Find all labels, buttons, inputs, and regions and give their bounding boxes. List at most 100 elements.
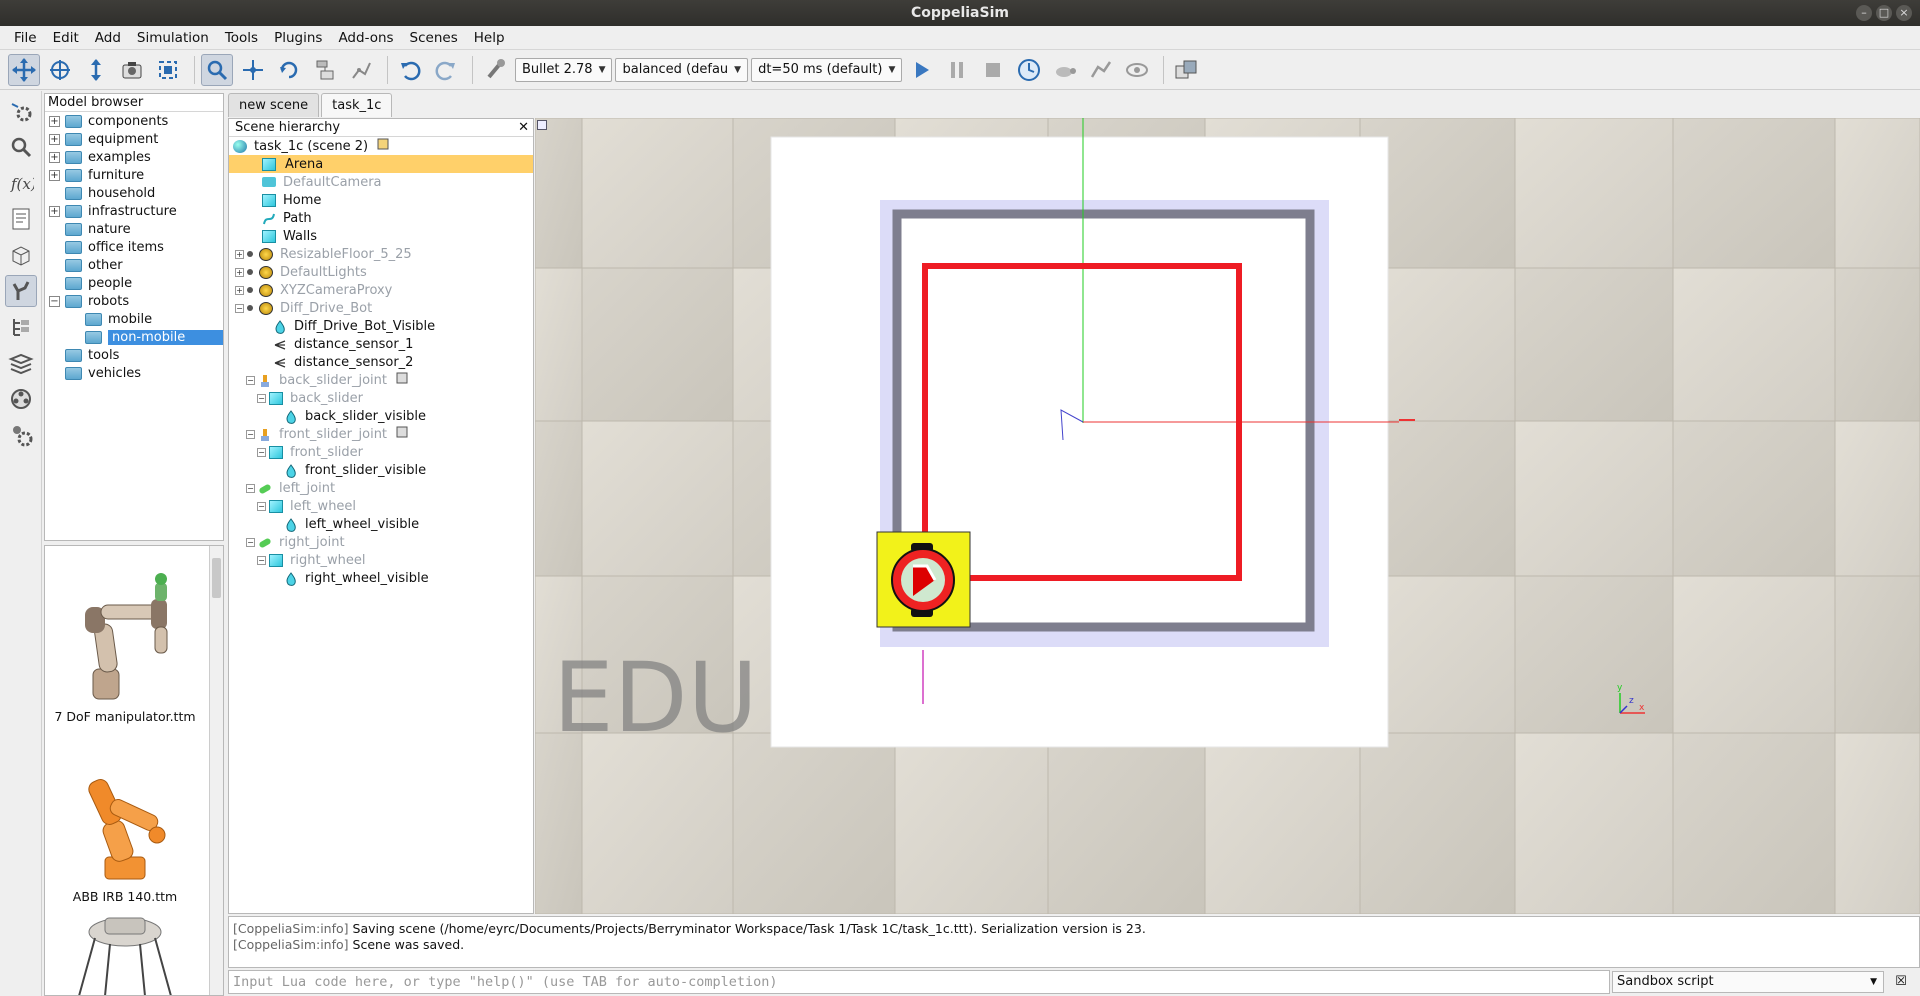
model-folder[interactable]: + examples: [45, 148, 223, 166]
slow-down-icon[interactable]: [1049, 54, 1081, 86]
model-folder[interactable]: vehicles: [45, 364, 223, 382]
video-recorder-icon[interactable]: [5, 383, 37, 415]
menu-file[interactable]: File: [6, 26, 45, 50]
hierarchy-item[interactable]: − Diff_Drive_Bot: [229, 299, 533, 317]
expand-icon[interactable]: +: [49, 169, 60, 181]
speed-up-icon[interactable]: [1085, 54, 1117, 86]
model-browser-toggle-icon[interactable]: [5, 275, 37, 307]
camera-rotate-icon[interactable]: [44, 54, 76, 86]
hierarchy-item[interactable]: + ResizableFloor_5_25: [229, 245, 533, 263]
model-folder[interactable]: + infrastructure: [45, 202, 223, 220]
model-folder[interactable]: − robots: [45, 292, 223, 310]
redo-icon[interactable]: [430, 54, 462, 86]
model-folder[interactable]: household: [45, 184, 223, 202]
expand-icon[interactable]: +: [49, 151, 60, 163]
layers-icon[interactable]: [5, 347, 37, 379]
expand-icon[interactable]: +: [49, 115, 60, 127]
collapse-icon[interactable]: −: [246, 483, 255, 493]
object-shift-icon[interactable]: [237, 54, 269, 86]
hierarchy-item[interactable]: − back_slider_joint: [229, 371, 533, 389]
script-type-select[interactable]: Sandbox script ▼: [1612, 971, 1884, 993]
expand-icon[interactable]: +: [49, 205, 60, 217]
scene-manage-icon[interactable]: [1170, 54, 1202, 86]
thumbnail-7dof-manipulator[interactable]: 7 DoF manipulator.ttm: [45, 548, 205, 728]
shape-edit-icon[interactable]: [5, 239, 37, 271]
hierarchy-item[interactable]: front_slider_visible: [229, 461, 533, 479]
scene-viewport[interactable]: EDU y x z: [535, 118, 1920, 914]
hierarchy-item[interactable]: DefaultCamera: [229, 173, 533, 191]
fit-to-view-icon[interactable]: [152, 54, 184, 86]
hierarchy-item[interactable]: back_slider_visible: [229, 407, 533, 425]
scene-hierarchy-toggle-icon[interactable]: [5, 311, 37, 343]
tab-task-1c[interactable]: task_1c: [321, 93, 393, 117]
hierarchy-item[interactable]: Arena: [229, 155, 533, 173]
model-folder[interactable]: + equipment: [45, 130, 223, 148]
timestep-select[interactable]: dt=50 ms (default) ▼: [751, 57, 903, 82]
collapse-icon[interactable]: −: [257, 393, 266, 403]
menu-help[interactable]: Help: [466, 26, 513, 50]
click-select-icon[interactable]: [201, 53, 233, 86]
camera-angle-icon[interactable]: [116, 54, 148, 86]
model-folder[interactable]: + components: [45, 112, 223, 130]
stop-icon[interactable]: [977, 54, 1009, 86]
collapse-icon[interactable]: −: [246, 429, 255, 439]
collapse-icon[interactable]: −: [235, 303, 244, 313]
menu-scenes[interactable]: Scenes: [402, 26, 466, 50]
menu-simulation[interactable]: Simulation: [129, 26, 217, 50]
transfer-dna-icon[interactable]: [345, 54, 377, 86]
object-rotate-icon[interactable]: [273, 54, 305, 86]
hierarchy-item[interactable]: distance_sensor_2: [229, 353, 533, 371]
hierarchy-item[interactable]: distance_sensor_1: [229, 335, 533, 353]
hierarchy-item[interactable]: − right_joint: [229, 533, 533, 551]
collapse-icon[interactable]: −: [257, 501, 266, 511]
hierarchy-item[interactable]: Path: [229, 209, 533, 227]
hierarchy-item[interactable]: − front_slider: [229, 443, 533, 461]
menu-addons[interactable]: Add-ons: [330, 26, 401, 50]
thumbnails-scrollbar[interactable]: [209, 546, 223, 995]
thumbnail-delta-robot[interactable]: [45, 908, 205, 995]
hierarchy-item[interactable]: Diff_Drive_Bot_Visible: [229, 317, 533, 335]
menu-plugins[interactable]: Plugins: [266, 26, 330, 50]
model-folder[interactable]: office items: [45, 238, 223, 256]
collapse-icon[interactable]: −: [257, 447, 266, 457]
expand-icon[interactable]: +: [49, 133, 60, 145]
expand-icon[interactable]: +: [235, 249, 244, 259]
menu-add[interactable]: Add: [87, 26, 129, 50]
maximize-icon[interactable]: □: [1876, 5, 1892, 21]
script-icon[interactable]: [395, 425, 409, 443]
tab-new-scene[interactable]: new scene: [228, 93, 320, 117]
hierarchy-item[interactable]: − left_joint: [229, 479, 533, 497]
collapse-icon[interactable]: −: [246, 537, 255, 547]
selection-icon[interactable]: [5, 131, 37, 163]
hierarchy-item[interactable]: − front_slider_joint: [229, 425, 533, 443]
menu-edit[interactable]: Edit: [45, 26, 87, 50]
view-menu-icon[interactable]: [537, 120, 547, 130]
physics-engine-select[interactable]: Bullet 2.78 ▼: [515, 57, 613, 82]
engine-accuracy-select[interactable]: balanced (defau ▼: [615, 57, 749, 82]
calculation-modules-icon[interactable]: f(x): [5, 167, 37, 199]
hierarchy-item[interactable]: − left_wheel: [229, 497, 533, 515]
camera-pan-icon[interactable]: [8, 53, 40, 86]
model-folder[interactable]: other: [45, 256, 223, 274]
collapse-icon[interactable]: −: [257, 555, 266, 565]
script-icon[interactable]: [395, 371, 409, 389]
collapse-icon[interactable]: −: [49, 295, 60, 307]
hierarchy-item[interactable]: − right_wheel: [229, 551, 533, 569]
close-icon[interactable]: ☒: [1892, 973, 1910, 991]
model-folder[interactable]: people: [45, 274, 223, 292]
camera-shift-icon[interactable]: [80, 54, 112, 86]
realtime-icon[interactable]: [1013, 54, 1045, 86]
play-icon[interactable]: [905, 54, 937, 86]
expand-icon[interactable]: +: [235, 285, 244, 295]
hierarchy-item[interactable]: Home: [229, 191, 533, 209]
thumbnail-abb-irb140[interactable]: ABB IRB 140.ttm: [45, 728, 205, 908]
model-folder[interactable]: non-mobile: [45, 328, 223, 346]
model-folder[interactable]: + furniture: [45, 166, 223, 184]
collapse-icon[interactable]: −: [246, 375, 255, 385]
dynamics-engine-icon[interactable]: [479, 54, 511, 86]
expand-icon[interactable]: +: [235, 267, 244, 277]
hierarchy-item[interactable]: + XYZCameraProxy: [229, 281, 533, 299]
hierarchy-item[interactable]: left_wheel_visible: [229, 515, 533, 533]
scene-3d-view[interactable]: EDU y x z: [535, 118, 1920, 914]
menu-tools[interactable]: Tools: [217, 26, 266, 50]
